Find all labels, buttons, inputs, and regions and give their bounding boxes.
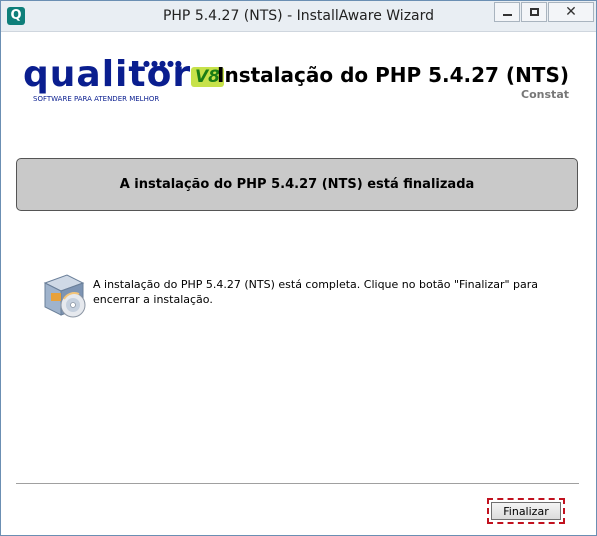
finish-button[interactable]: Finalizar [487,498,565,524]
minimize-icon [503,14,512,16]
install-package-icon [39,271,89,321]
page-title: Instalação do PHP 5.4.27 (NTS) [217,63,569,87]
title-bar[interactable]: Q PHP 5.4.27 (NTS) - InstallAware Wizard… [1,1,596,32]
footer-divider [16,483,579,485]
logo-tagline: SOFTWARE PARA ATENDER MELHOR [33,95,160,103]
minimize-button[interactable] [494,2,520,22]
close-icon: ✕ [565,4,577,20]
maximize-button[interactable] [521,2,547,22]
logo-wordmark: qualitor [23,54,192,95]
status-panel: A instalação do PHP 5.4.27 (NTS) está fi… [16,158,578,211]
company-name: Constat [521,88,569,101]
status-heading: A instalação do PHP 5.4.27 (NTS) está fi… [119,177,475,192]
finish-button-label: Finalizar [491,502,561,520]
completion-message: A instalação do PHP 5.4.27 (NTS) está co… [93,278,539,306]
close-button[interactable]: ✕ [548,2,594,22]
qualitor-logo: ●●●●● qualitor V8 SOFTWARE PARA ATENDER … [23,54,224,103]
maximize-icon [530,8,539,16]
installer-window: Q PHP 5.4.27 (NTS) - InstallAware Wizard… [0,0,597,536]
